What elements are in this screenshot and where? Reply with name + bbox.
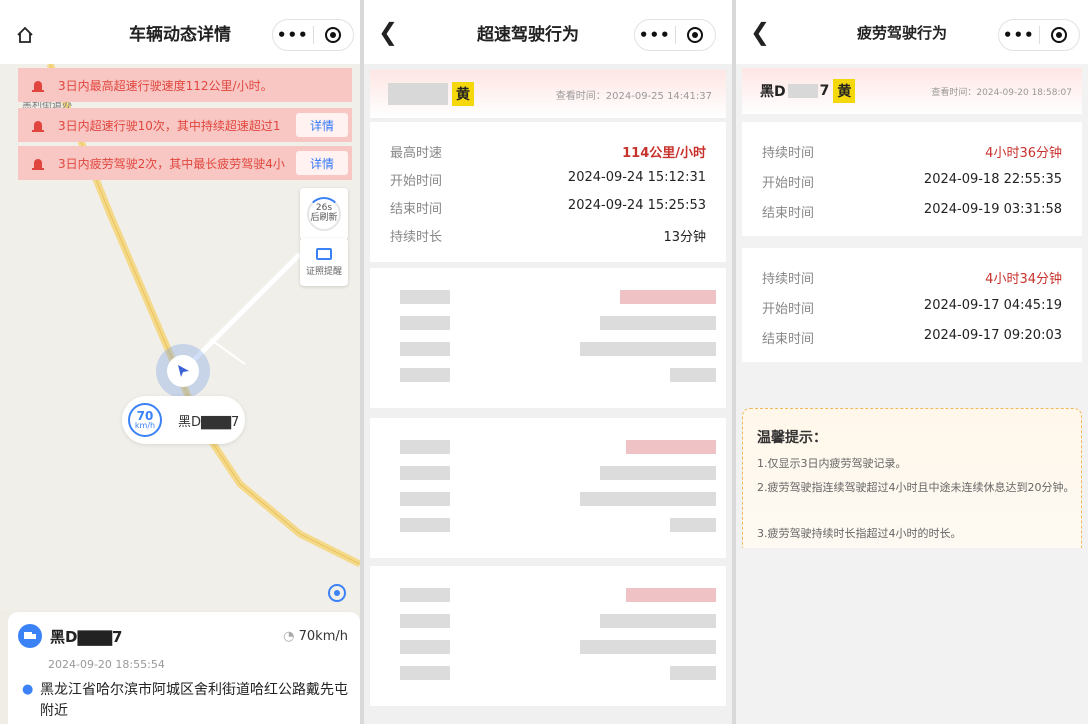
tip-box: 温馨提示： 1.仅显示3日内疲劳驾驶记录。 2.疲劳驾驶指连续驾驶超过4小时且中… bbox=[742, 408, 1082, 548]
car-plate: 黑D▇▇▇7 bbox=[178, 414, 240, 430]
overspeed-record-card: 最高时速 114公里/小时 开始时间 2024-09-24 15:12:31 结束时… bbox=[370, 122, 726, 262]
mini-program-capsule: ••• bbox=[998, 19, 1080, 51]
record-row: 持续时长 13分钟 bbox=[390, 230, 706, 245]
plate-header: 黑D 7 黄 查看时间：2024-09-20 18:58:07 bbox=[742, 68, 1082, 114]
nav-bar: 车辆动态详情 ••• bbox=[0, 0, 360, 64]
record-row: 持续时间 4小时36分钟 bbox=[762, 146, 1062, 161]
blurred-record-card bbox=[370, 268, 726, 408]
alert-text: 3日内疲劳驾驶2次，其中最长疲劳驾驶4小 bbox=[58, 156, 285, 171]
vehicle-info-card[interactable]: 黑D▇▇▇7 ◔ 70km/h 2024-09-20 18:55:54 ● 黑龙… bbox=[8, 612, 360, 724]
speed-badge: 70 km/h bbox=[128, 403, 162, 437]
vehicle-time: 2024-09-20 18:55:54 bbox=[48, 658, 165, 671]
alarm-light-icon bbox=[18, 118, 58, 132]
plate-color-tag: 黄 bbox=[833, 79, 856, 103]
fatigue-record-card: 持续时间 4小时36分钟 开始时间 2024-09-18 22:55:35 结束时间… bbox=[742, 122, 1082, 236]
alarm-light-icon bbox=[18, 78, 58, 92]
plate-suffix: 7 bbox=[819, 83, 830, 99]
license-reminder-label: 证照提醒 bbox=[305, 266, 342, 277]
alert-fatigue: 3日内疲劳驾驶2次，其中最长疲劳驾驶4小 详情 bbox=[18, 146, 352, 180]
location-pin-icon: ● bbox=[22, 682, 34, 697]
alert-overspeed-count: 3日内超速行驶10次，其中持续超速超过1 详情 bbox=[18, 108, 352, 142]
plate-redacted bbox=[787, 84, 818, 98]
close-target-icon[interactable] bbox=[313, 27, 353, 43]
fatigue-panel: ❮ 疲劳驾驶行为 ••• 黑D 7 黄 查看时间：2024-09-20 18:5… bbox=[736, 0, 1088, 724]
close-target-icon[interactable] bbox=[675, 27, 715, 43]
car-location-marker[interactable] bbox=[156, 344, 210, 398]
truck-icon bbox=[18, 624, 42, 648]
tip-line: 1.仅显示3日内疲劳驾驶记录。 bbox=[757, 457, 907, 470]
mini-program-capsule: ••• bbox=[634, 19, 716, 51]
fatigue-record-card: 持续时间 4小时34分钟 开始时间 2024-09-17 04:45:19 结束时间… bbox=[742, 248, 1082, 362]
alert-max-speed: 3日内最高超速行驶速度112公里/小时。 bbox=[18, 68, 352, 102]
more-icon[interactable]: ••• bbox=[273, 26, 313, 44]
plate-redacted bbox=[388, 83, 448, 105]
more-icon[interactable]: ••• bbox=[999, 26, 1039, 44]
plate-header: 黄 查看时间：2024-09-25 14:41:37 bbox=[370, 70, 726, 118]
car-speed-label[interactable]: 70 km/h 黑D▇▇▇7 bbox=[122, 396, 245, 444]
page-title: 超速驾驶行为 bbox=[477, 24, 579, 45]
alert-detail-button[interactable]: 详情 bbox=[296, 151, 348, 175]
record-row: 开始时间 2024-09-17 04:45:19 bbox=[762, 298, 1062, 317]
record-row: 开始时间 2024-09-18 22:55:35 bbox=[762, 172, 1062, 191]
navigation-arrow-icon bbox=[167, 355, 199, 387]
license-reminder-button[interactable]: 证照提醒 bbox=[300, 238, 348, 286]
back-icon[interactable]: ❮ bbox=[750, 20, 770, 44]
home-icon[interactable] bbox=[16, 26, 34, 48]
record-row: 开始时间 2024-09-24 15:12:31 bbox=[390, 170, 706, 189]
record-row: 最高时速 114公里/小时 bbox=[390, 146, 706, 161]
record-row: 结束时间 2024-09-17 09:20:03 bbox=[762, 328, 1062, 347]
refresh-label: 后刷新 bbox=[310, 213, 338, 223]
locate-icon[interactable] bbox=[328, 584, 346, 602]
vehicle-address: 黑龙江省哈尔滨市阿城区舍利街道哈红公路戴先屯附近 bbox=[40, 682, 348, 719]
alarm-light-icon bbox=[18, 156, 58, 170]
tip-title: 温馨提示： bbox=[757, 430, 827, 446]
vehicle-dynamic-panel: 黑利街道办 26s 后刷新 证照提醒 车辆动态详情 ••• 3日内最高超速行驶速… bbox=[0, 0, 360, 724]
tip-line: 3.疲劳驾驶持续时长指超过4小时的时长。 bbox=[757, 527, 962, 540]
nav-bar: ❮ 超速驾驶行为 ••• bbox=[364, 0, 732, 64]
page-title: 疲劳驾驶行为 bbox=[856, 23, 947, 42]
license-card-icon bbox=[316, 247, 332, 260]
page-title: 车辆动态详情 bbox=[129, 24, 231, 45]
overspeed-panel: ❮ 超速驾驶行为 ••• 黄 查看时间：2024-09-25 14:41:37 … bbox=[364, 0, 732, 724]
blurred-record-card bbox=[370, 418, 726, 558]
vehicle-plate: 黑D▇▇▇7 bbox=[50, 628, 123, 646]
record-row: 持续时间 4小时34分钟 bbox=[762, 272, 1062, 287]
refresh-countdown-button[interactable]: 26s 后刷新 bbox=[300, 188, 348, 240]
tip-line: 2.疲劳驾驶指连续驾驶超过4小时且中途未连续休息达到20分钟。 bbox=[757, 481, 1075, 494]
view-time: 查看时间：2024-09-25 14:41:37 bbox=[555, 90, 712, 102]
view-time: 查看时间：2024-09-20 18:58:07 bbox=[931, 87, 1072, 98]
plate-color-tag: 黄 bbox=[452, 82, 474, 106]
alert-detail-button[interactable]: 详情 bbox=[296, 113, 348, 137]
blurred-record-card bbox=[370, 566, 726, 706]
alert-text: 3日内最高超速行驶速度112公里/小时。 bbox=[58, 78, 273, 93]
record-row: 结束时间 2024-09-24 15:25:53 bbox=[390, 198, 706, 217]
more-icon[interactable]: ••• bbox=[635, 26, 675, 44]
speedometer-icon: ◔ bbox=[283, 629, 299, 644]
close-target-icon[interactable] bbox=[1039, 27, 1079, 43]
back-icon[interactable]: ❮ bbox=[378, 20, 398, 44]
plate-prefix: 黑D bbox=[760, 84, 786, 100]
alert-text: 3日内超速行驶10次，其中持续超速超过1 bbox=[58, 118, 281, 133]
record-row: 结束时间 2024-09-19 03:31:58 bbox=[762, 202, 1062, 221]
vehicle-speed: ◔ 70km/h bbox=[283, 629, 348, 644]
nav-bar: ❮ 疲劳驾驶行为 ••• bbox=[736, 0, 1088, 64]
mini-program-capsule: ••• bbox=[272, 19, 354, 51]
